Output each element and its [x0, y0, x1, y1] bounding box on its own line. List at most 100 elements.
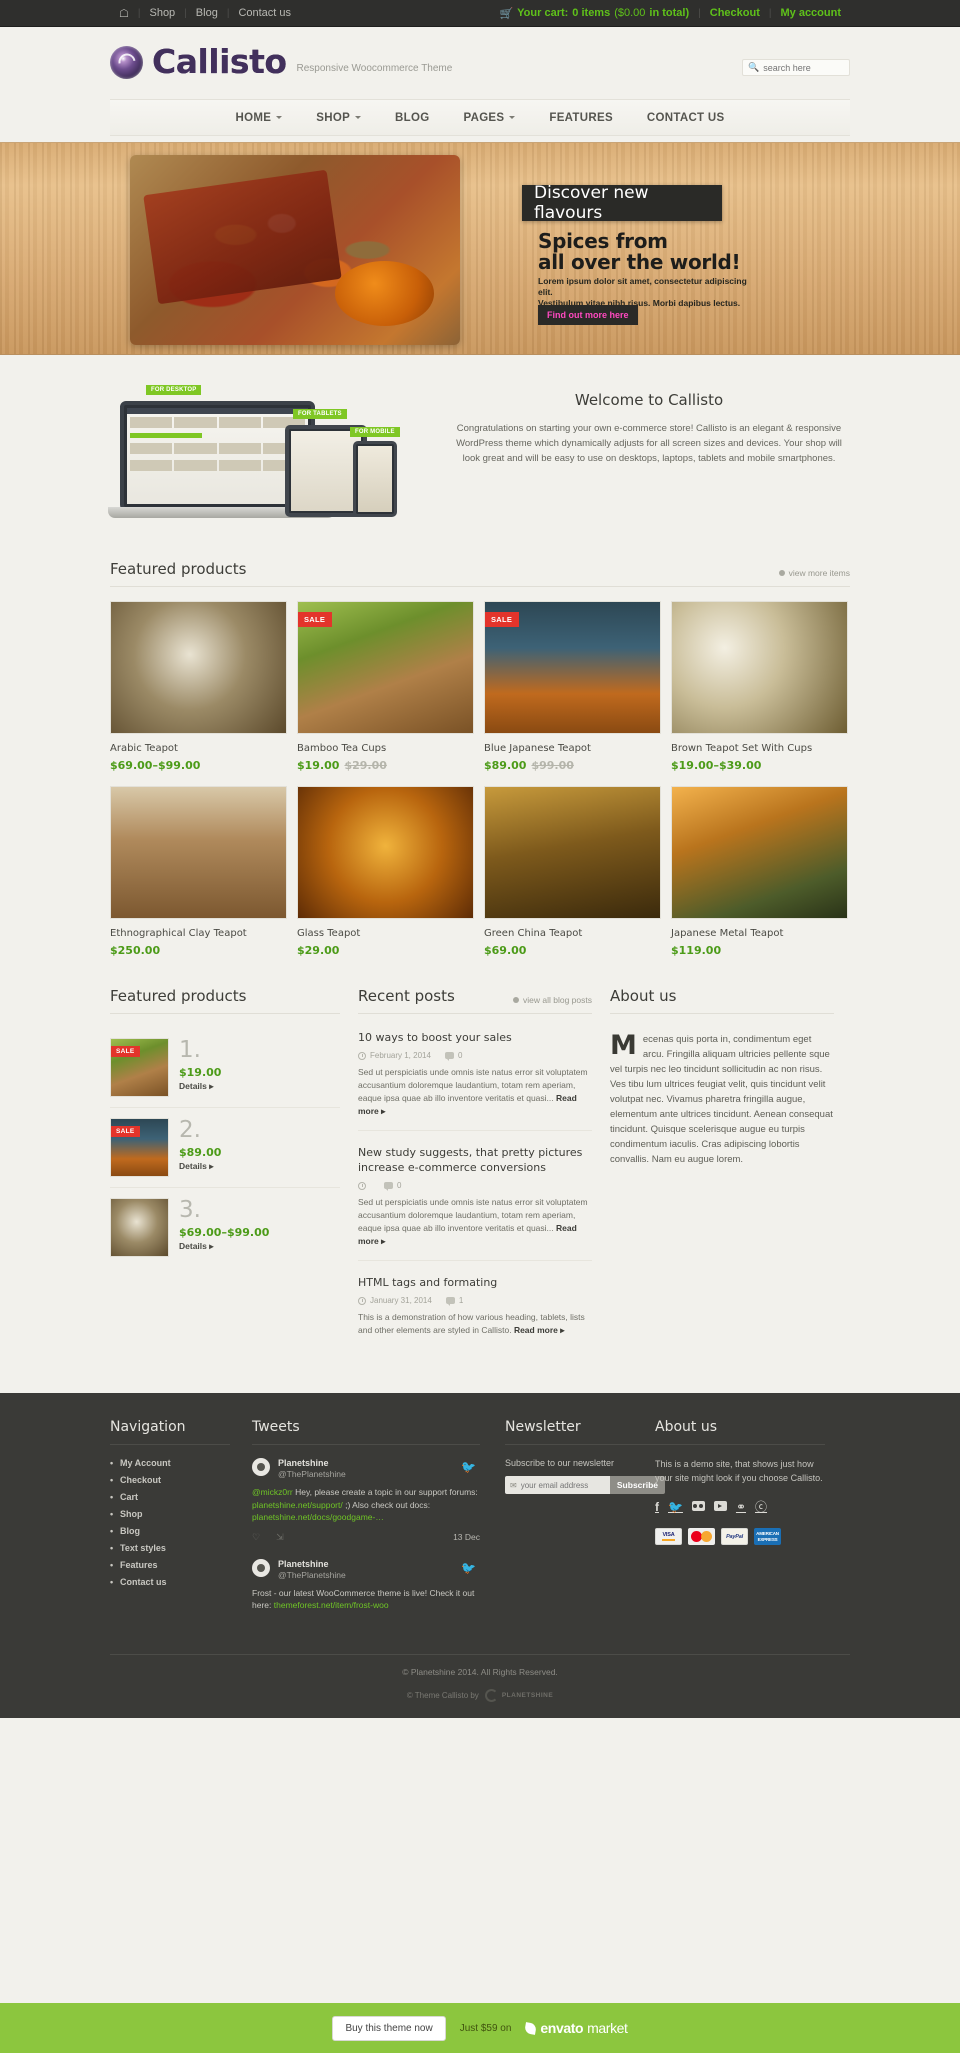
newsletter-form: ✉ Subscribe: [505, 1476, 665, 1494]
topbar-link-shop[interactable]: Shop: [140, 7, 184, 19]
search-input[interactable]: [763, 62, 844, 73]
tweet-handle: @ThePlanetshine: [278, 1469, 346, 1479]
product-image[interactable]: [484, 786, 661, 919]
my-account-link[interactable]: My account: [771, 7, 850, 19]
retweet-icon[interactable]: ⇲: [276, 1532, 284, 1543]
tweet-item: 🐦 Planetshine @ThePlanetshine @mickz0rr …: [252, 1458, 480, 1543]
post-item: 10 ways to boost your sales February 1, …: [358, 1026, 592, 1131]
product-card[interactable]: Ethnographical Clay Teapot $250.00: [110, 786, 287, 957]
twitter-icon[interactable]: 🐦: [668, 1501, 683, 1513]
tweet-link[interactable]: planetshine.net/support/: [252, 1500, 343, 1510]
footer-link-my-account[interactable]: My Account: [110, 1458, 230, 1468]
product-card[interactable]: Brown Teapot Set With Cups $19.00–$39.00: [671, 601, 848, 772]
avatar: [252, 1458, 270, 1476]
product-image[interactable]: [671, 601, 848, 734]
post-title[interactable]: HTML tags and formating: [358, 1275, 592, 1290]
details-link[interactable]: Details ▸: [179, 1081, 340, 1092]
nav-item-home[interactable]: HOME: [219, 112, 300, 124]
newsletter-email-input[interactable]: [520, 1480, 605, 1490]
product-image[interactable]: [110, 601, 287, 734]
post-title[interactable]: 10 ways to boost your sales: [358, 1030, 592, 1045]
post-excerpt: Sed ut perspiciatis unde omnis iste natu…: [358, 1196, 592, 1248]
view-all-blog-posts-link[interactable]: view all blog posts: [513, 995, 592, 1005]
favorite-icon[interactable]: ♡: [252, 1532, 260, 1543]
footer-about: About us This is a demo site, that shows…: [655, 1419, 825, 1628]
product-card[interactable]: SALE Blue Japanese Teapot $89.00 $99.00: [484, 601, 661, 772]
buy-theme-button[interactable]: Buy this theme now: [332, 2015, 446, 2041]
home-icon[interactable]: ☖: [110, 7, 138, 20]
product-price: $19.00: [179, 1066, 222, 1079]
search-box[interactable]: 🔍: [742, 59, 850, 76]
product-thumbnail[interactable]: SALE: [110, 1038, 169, 1097]
envato-promo-bar: Buy this theme now Just $59 on envato mar…: [0, 2003, 960, 2053]
flickr-icon[interactable]: [691, 1498, 705, 1516]
rss-icon[interactable]: ⚭: [736, 1501, 746, 1513]
product-price: $19.00–$39.00: [671, 759, 848, 772]
product-card[interactable]: Glass Teapot $29.00: [297, 786, 474, 957]
read-more-link[interactable]: Read more ▸: [514, 1325, 565, 1335]
hero-cta-button[interactable]: Find out more here: [538, 305, 638, 325]
footer-link-features[interactable]: Features: [110, 1560, 230, 1570]
amex-icon: AMERICAN EXPRESS: [754, 1528, 781, 1545]
nav-item-contact-us[interactable]: CONTACT US: [630, 112, 742, 124]
post-item: HTML tags and formating January 31, 2014…: [358, 1271, 592, 1349]
avatar: [252, 1558, 270, 1577]
list-item[interactable]: SALE 1. $19.00 Details ▸: [110, 1028, 340, 1108]
nav-label: FEATURES: [549, 111, 613, 124]
post-item: New study suggests, that pretty pictures…: [358, 1141, 592, 1261]
comment-icon: [384, 1182, 393, 1191]
product-thumbnail[interactable]: SALE: [110, 1118, 169, 1177]
footer-link-shop[interactable]: Shop: [110, 1509, 230, 1519]
post-title[interactable]: New study suggests, that pretty pictures…: [358, 1145, 592, 1175]
excerpt-text: Sed ut perspiciatis unde omnis iste natu…: [358, 1197, 588, 1233]
site-header: Callisto Responsive Woocommerce Theme 🔍: [0, 27, 960, 99]
tweet-link[interactable]: themeforest.net/item/frost-woo: [274, 1600, 389, 1610]
footer-link-checkout[interactable]: Checkout: [110, 1475, 230, 1485]
social-links: f 🐦 ⚭ ⓒ: [655, 1498, 825, 1516]
hero-banner: Discover new flavours Spices from all ov…: [0, 142, 960, 355]
checkout-link[interactable]: Checkout: [701, 7, 769, 19]
paypal-icon: PayPal: [721, 1528, 748, 1545]
nav-item-pages[interactable]: PAGES: [446, 112, 532, 124]
welcome-section: FOR DESKTOP FOR TABLETS FOR MOBILE Welco…: [0, 355, 960, 538]
product-card[interactable]: Japanese Metal Teapot $119.00: [671, 786, 848, 957]
details-link[interactable]: Details ▸: [179, 1241, 340, 1252]
youtube-icon[interactable]: [713, 1498, 727, 1516]
pinterest-icon[interactable]: ⓒ: [755, 1501, 767, 1513]
view-all-blog-posts-label: view all blog posts: [523, 995, 592, 1005]
list-rank: 2.: [179, 1117, 201, 1143]
footer-link-cart[interactable]: Cart: [110, 1492, 230, 1502]
footer-link-contact-us[interactable]: Contact us: [110, 1577, 230, 1587]
list-item[interactable]: 3. $69.00–$99.00 Details ▸: [110, 1188, 340, 1267]
product-image[interactable]: SALE: [484, 601, 661, 734]
facebook-icon[interactable]: f: [655, 1501, 659, 1513]
product-image[interactable]: [297, 786, 474, 919]
topbar-link-blog[interactable]: Blog: [187, 7, 227, 19]
product-name: Arabic Teapot: [110, 743, 178, 754]
details-link[interactable]: Details ▸: [179, 1161, 340, 1172]
nav-item-features[interactable]: FEATURES: [532, 112, 630, 124]
product-card[interactable]: Arabic Teapot $69.00–$99.00: [110, 601, 287, 772]
tweet-mention[interactable]: @mickz0rr: [252, 1487, 293, 1497]
footer-link-text-styles[interactable]: Text styles: [110, 1543, 230, 1553]
price-current: $19.00: [297, 759, 340, 772]
product-card[interactable]: SALE Bamboo Tea Cups $19.00 $29.00: [297, 601, 474, 772]
post-date: January 31, 2014: [358, 1296, 432, 1305]
view-more-items-link[interactable]: view more items: [778, 568, 850, 578]
tweet-link[interactable]: planetshine.net/docs/goodgame-…: [252, 1512, 384, 1522]
product-card[interactable]: Green China Teapot $69.00: [484, 786, 661, 957]
list-item[interactable]: SALE 2. $89.00 Details ▸: [110, 1108, 340, 1188]
cart-link[interactable]: 🛒 Your cart: 0 items ($0.00 in total): [490, 7, 698, 20]
nav-item-shop[interactable]: SHOP: [299, 112, 378, 124]
nav-item-blog[interactable]: BLOG: [378, 112, 446, 124]
tweet-author: Planetshine: [278, 1558, 329, 1569]
brand[interactable]: Callisto Responsive Woocommerce Theme: [110, 45, 452, 79]
product-thumbnail[interactable]: [110, 1198, 169, 1257]
footer-link-blog[interactable]: Blog: [110, 1526, 230, 1536]
product-image[interactable]: SALE: [297, 601, 474, 734]
product-image[interactable]: [671, 786, 848, 919]
view-more-items-label: view more items: [788, 568, 850, 578]
topbar-link-contact[interactable]: Contact us: [229, 7, 300, 19]
product-image[interactable]: [110, 786, 287, 919]
theme-by-label: © Theme Callisto by: [406, 1690, 479, 1700]
